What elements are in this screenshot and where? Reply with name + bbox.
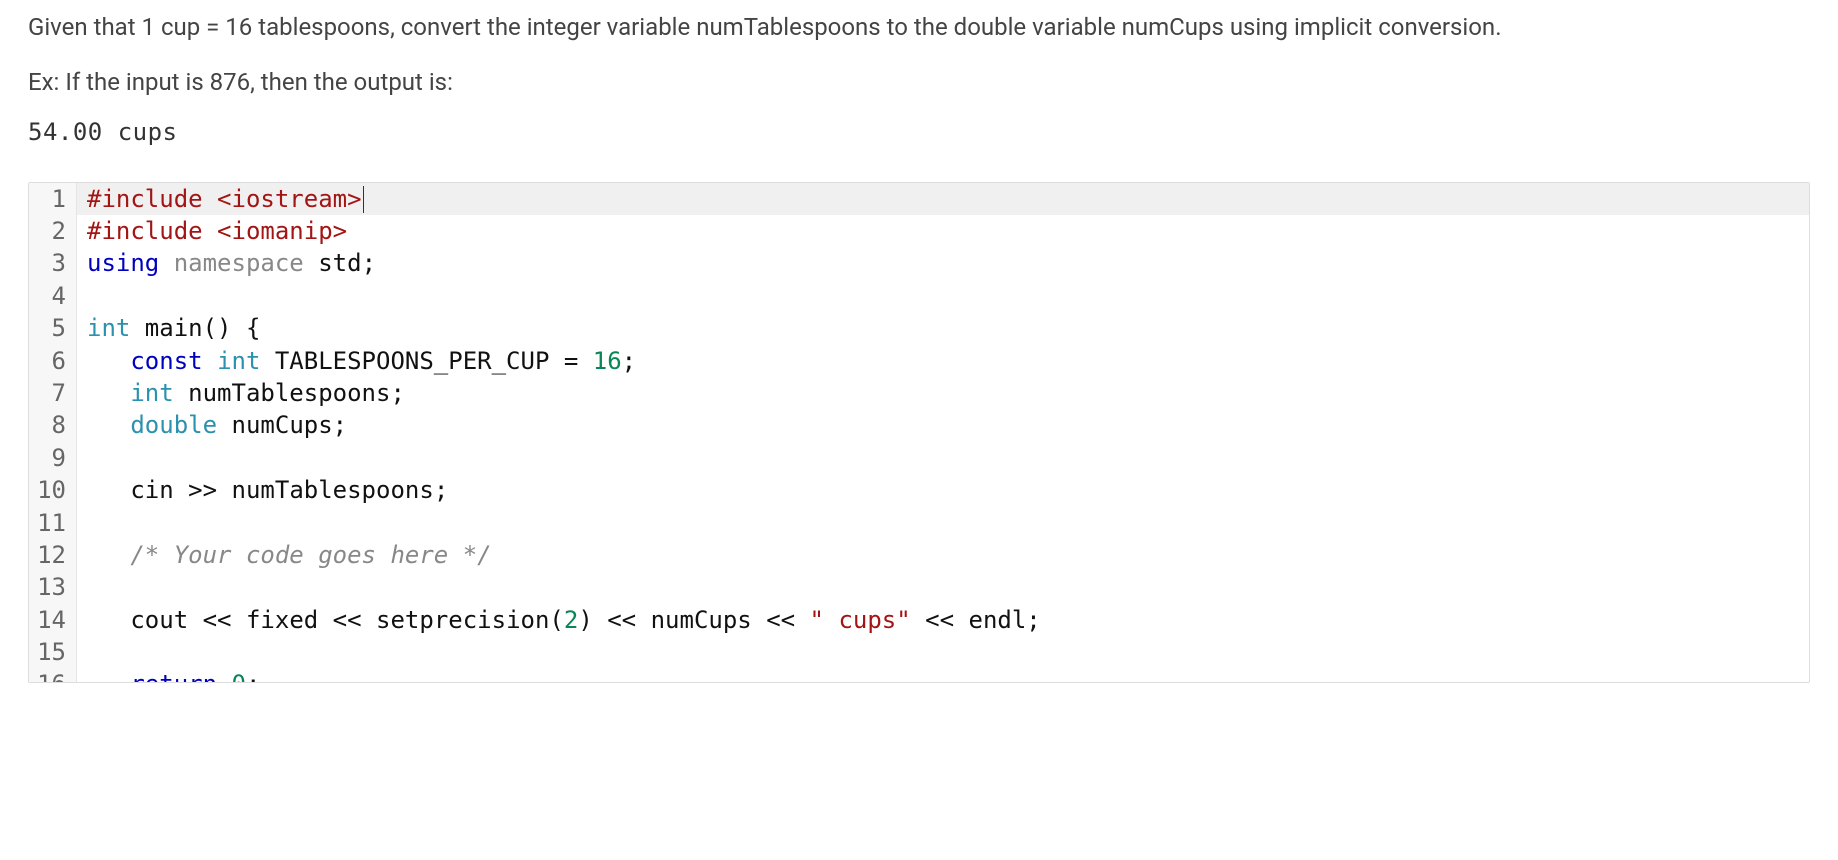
code-line[interactable]: 10 cin >> numTablespoons;: [29, 474, 1809, 506]
example-label: Ex: If the input is 876, then the output…: [28, 65, 1810, 100]
line-number: 3: [29, 247, 77, 279]
code-content[interactable]: int numTablespoons;: [77, 377, 1809, 409]
line-number: 4: [29, 280, 77, 312]
line-number: 15: [29, 636, 77, 668]
line-number: 11: [29, 507, 77, 539]
code-line[interactable]: 5int main() {: [29, 312, 1809, 344]
code-line[interactable]: 6 const int TABLESPOONS_PER_CUP = 16;: [29, 345, 1809, 377]
code-content[interactable]: [77, 571, 1809, 603]
code-line[interactable]: 12 /* Your code goes here */: [29, 539, 1809, 571]
code-content[interactable]: using namespace std;: [77, 247, 1809, 279]
line-number: 7: [29, 377, 77, 409]
code-line[interactable]: 1#include <iostream>: [29, 183, 1809, 215]
line-number: 1: [29, 183, 77, 215]
code-content[interactable]: #include <iostream>: [77, 183, 1809, 215]
problem-description: Given that 1 cup = 16 tablespoons, conve…: [28, 10, 1810, 45]
line-number: 12: [29, 539, 77, 571]
line-number: 2: [29, 215, 77, 247]
code-line[interactable]: 8 double numCups;: [29, 409, 1809, 441]
example-output: 54.00 cups: [28, 118, 1810, 146]
code-content[interactable]: const int TABLESPOONS_PER_CUP = 16;: [77, 345, 1809, 377]
code-line[interactable]: 14 cout << fixed << setprecision(2) << n…: [29, 604, 1809, 636]
line-number: 13: [29, 571, 77, 603]
line-number: 6: [29, 345, 77, 377]
line-number: 9: [29, 442, 77, 474]
code-content[interactable]: int main() {: [77, 312, 1809, 344]
line-number: 10: [29, 474, 77, 506]
code-content[interactable]: cout << fixed << setprecision(2) << numC…: [77, 604, 1809, 636]
code-line[interactable]: 9: [29, 442, 1809, 474]
code-content[interactable]: double numCups;: [77, 409, 1809, 441]
code-content[interactable]: [77, 507, 1809, 539]
code-content[interactable]: cin >> numTablespoons;: [77, 474, 1809, 506]
code-line[interactable]: 3using namespace std;: [29, 247, 1809, 279]
code-line[interactable]: 15: [29, 636, 1809, 668]
code-line[interactable]: 2#include <iomanip>: [29, 215, 1809, 247]
code-line[interactable]: 13: [29, 571, 1809, 603]
code-editor[interactable]: 1#include <iostream>2#include <iomanip>3…: [28, 182, 1810, 684]
line-number: 14: [29, 604, 77, 636]
code-content[interactable]: return 0;: [77, 668, 1809, 682]
code-content[interactable]: #include <iomanip>: [77, 215, 1809, 247]
line-number: 16: [29, 668, 77, 682]
code-line[interactable]: 4: [29, 280, 1809, 312]
code-line[interactable]: 16 return 0;: [29, 668, 1809, 682]
code-content[interactable]: /* Your code goes here */: [77, 539, 1809, 571]
line-number: 8: [29, 409, 77, 441]
code-line[interactable]: 11: [29, 507, 1809, 539]
code-content[interactable]: [77, 442, 1809, 474]
text-cursor: [363, 186, 365, 212]
code-line[interactable]: 7 int numTablespoons;: [29, 377, 1809, 409]
code-content[interactable]: [77, 636, 1809, 668]
line-number: 5: [29, 312, 77, 344]
code-content[interactable]: [77, 280, 1809, 312]
